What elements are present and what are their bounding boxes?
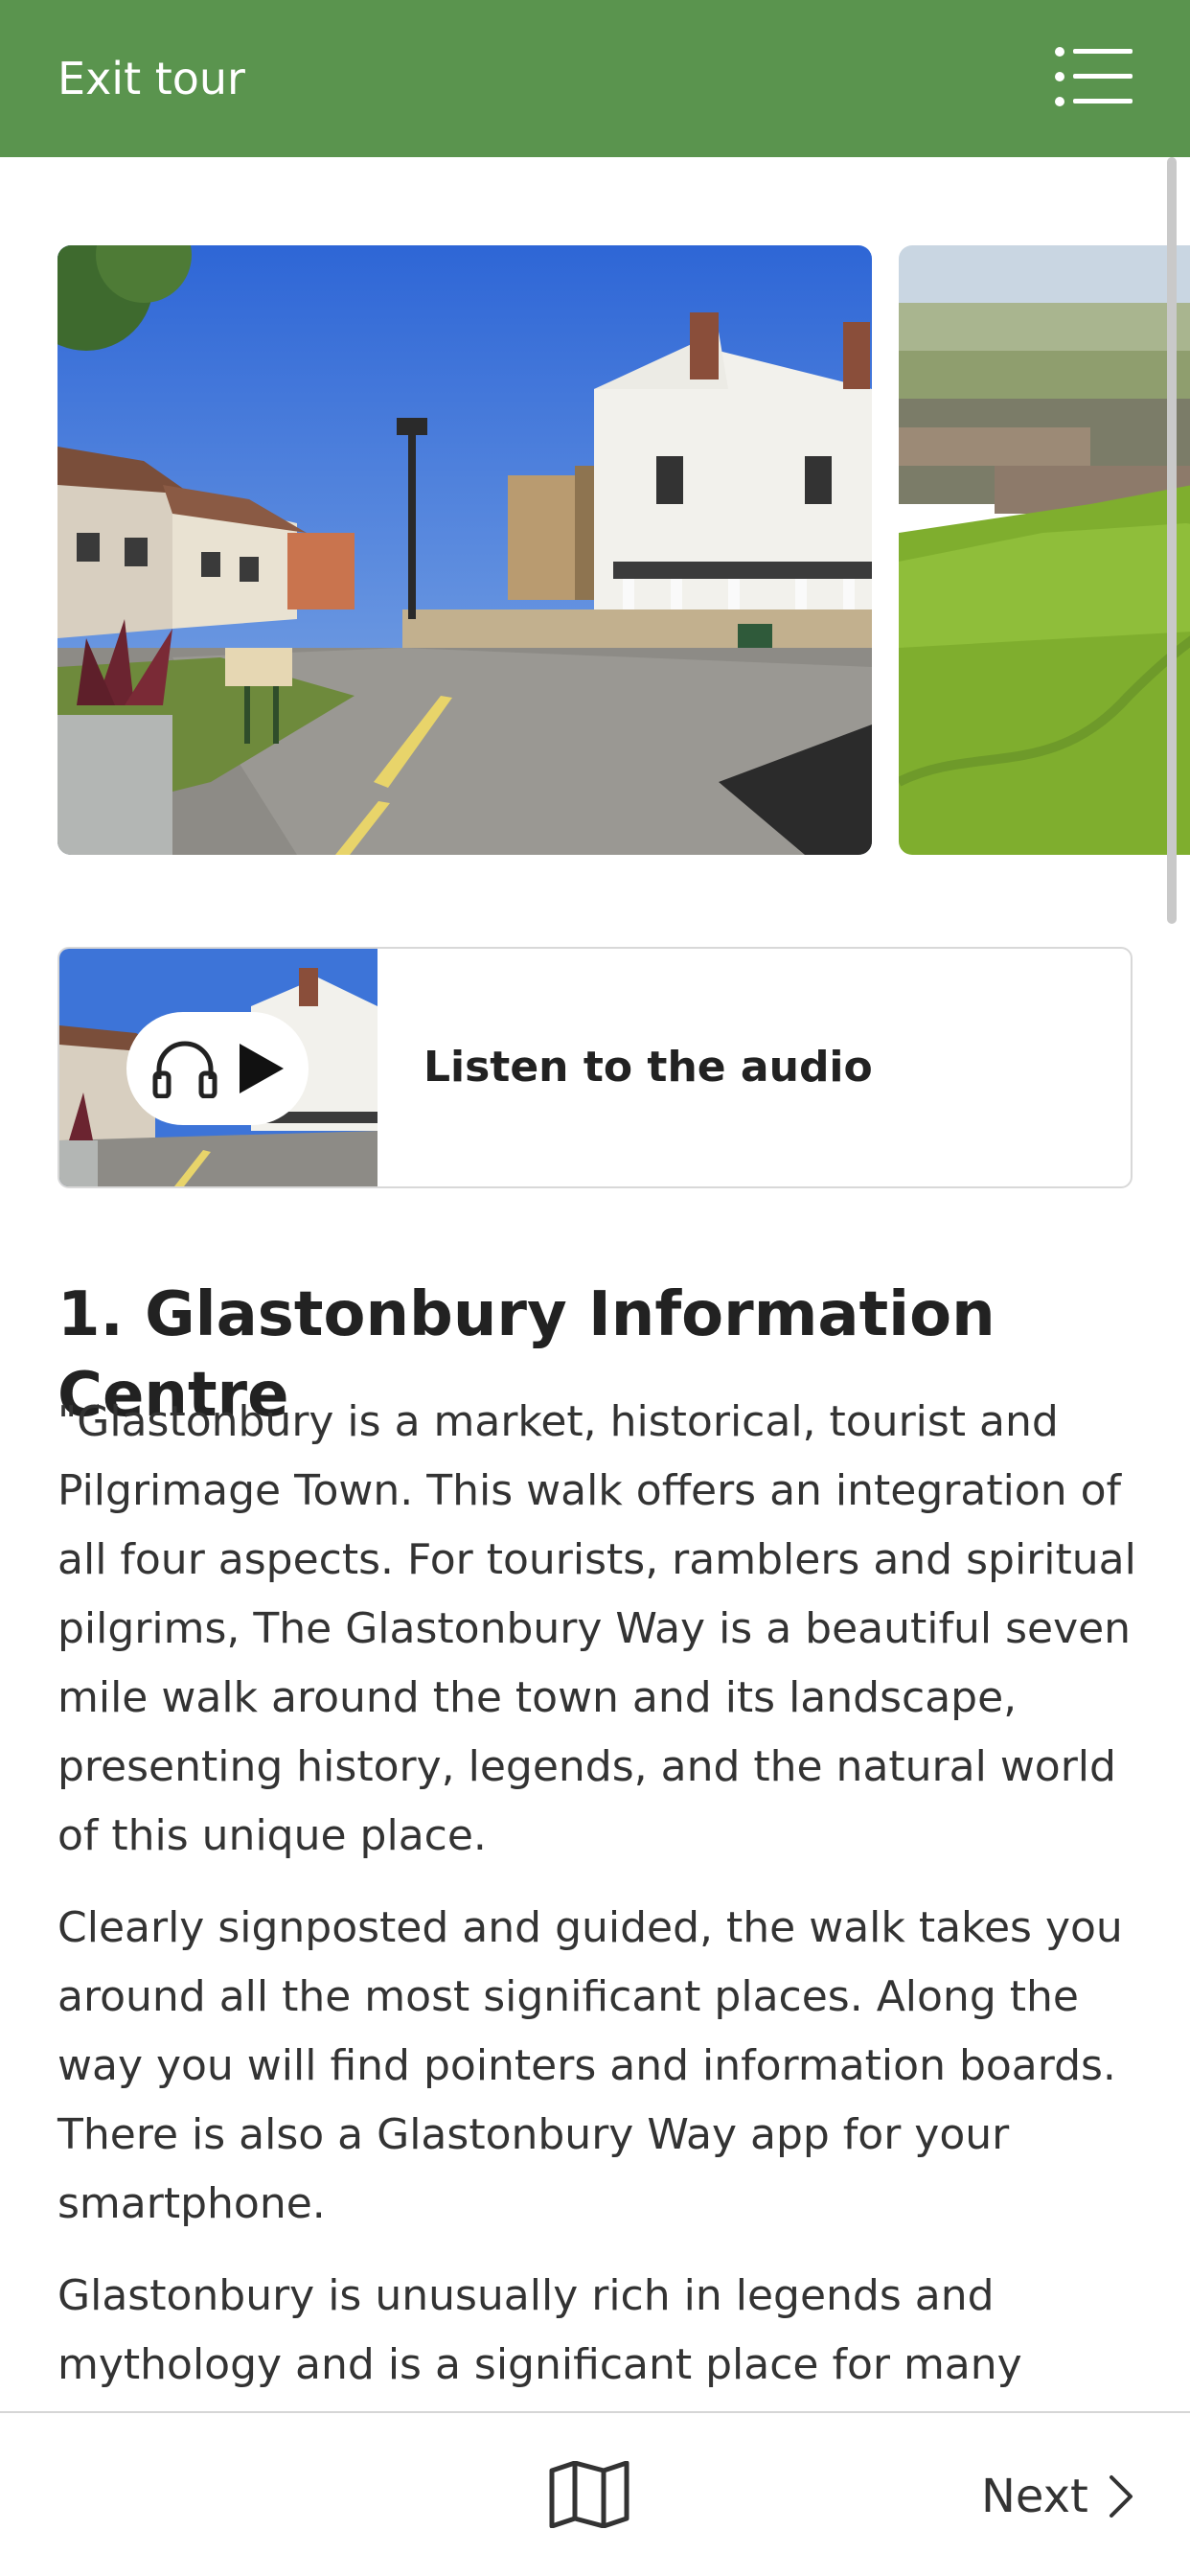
bottom-bar: Next: [0, 2413, 1190, 2576]
exit-tour-button[interactable]: Exit tour: [57, 48, 245, 109]
map-button[interactable]: [548, 2460, 630, 2529]
glastonbury-landscape-photo[interactable]: [899, 245, 1190, 855]
next-button[interactable]: Next: [981, 2463, 1136, 2530]
headphones-icon: [152, 1041, 217, 1098]
list-menu-icon: [1055, 47, 1133, 106]
chevron-right-icon: [1109, 2475, 1133, 2518]
listen-audio-label: Listen to the audio: [423, 1043, 873, 1092]
stop-description: "Glastonbury is a market, historical, to…: [57, 1388, 1140, 2423]
glastonbury-information-centre-photo[interactable]: [57, 245, 872, 855]
description-paragraph: Glastonbury is unusually rich in legends…: [57, 2271, 1022, 2389]
audio-thumbnail: [59, 949, 378, 1186]
map-icon: [549, 2460, 629, 2529]
listen-audio-card[interactable]: Listen to the audio: [57, 947, 1133, 1188]
audio-play-pill[interactable]: [126, 1012, 309, 1125]
menu-button[interactable]: [1054, 44, 1134, 109]
next-label: Next: [981, 2470, 1088, 2523]
image-gallery[interactable]: [0, 245, 1190, 859]
page-scrollbar[interactable]: [1167, 157, 1177, 924]
top-bar: Exit tour: [0, 0, 1190, 157]
description-paragraph: "Glastonbury is a market, historical, to…: [57, 1397, 1136, 1860]
play-icon: [240, 1044, 284, 1093]
description-paragraph: Clearly signposted and guided, the walk …: [57, 1903, 1123, 2228]
